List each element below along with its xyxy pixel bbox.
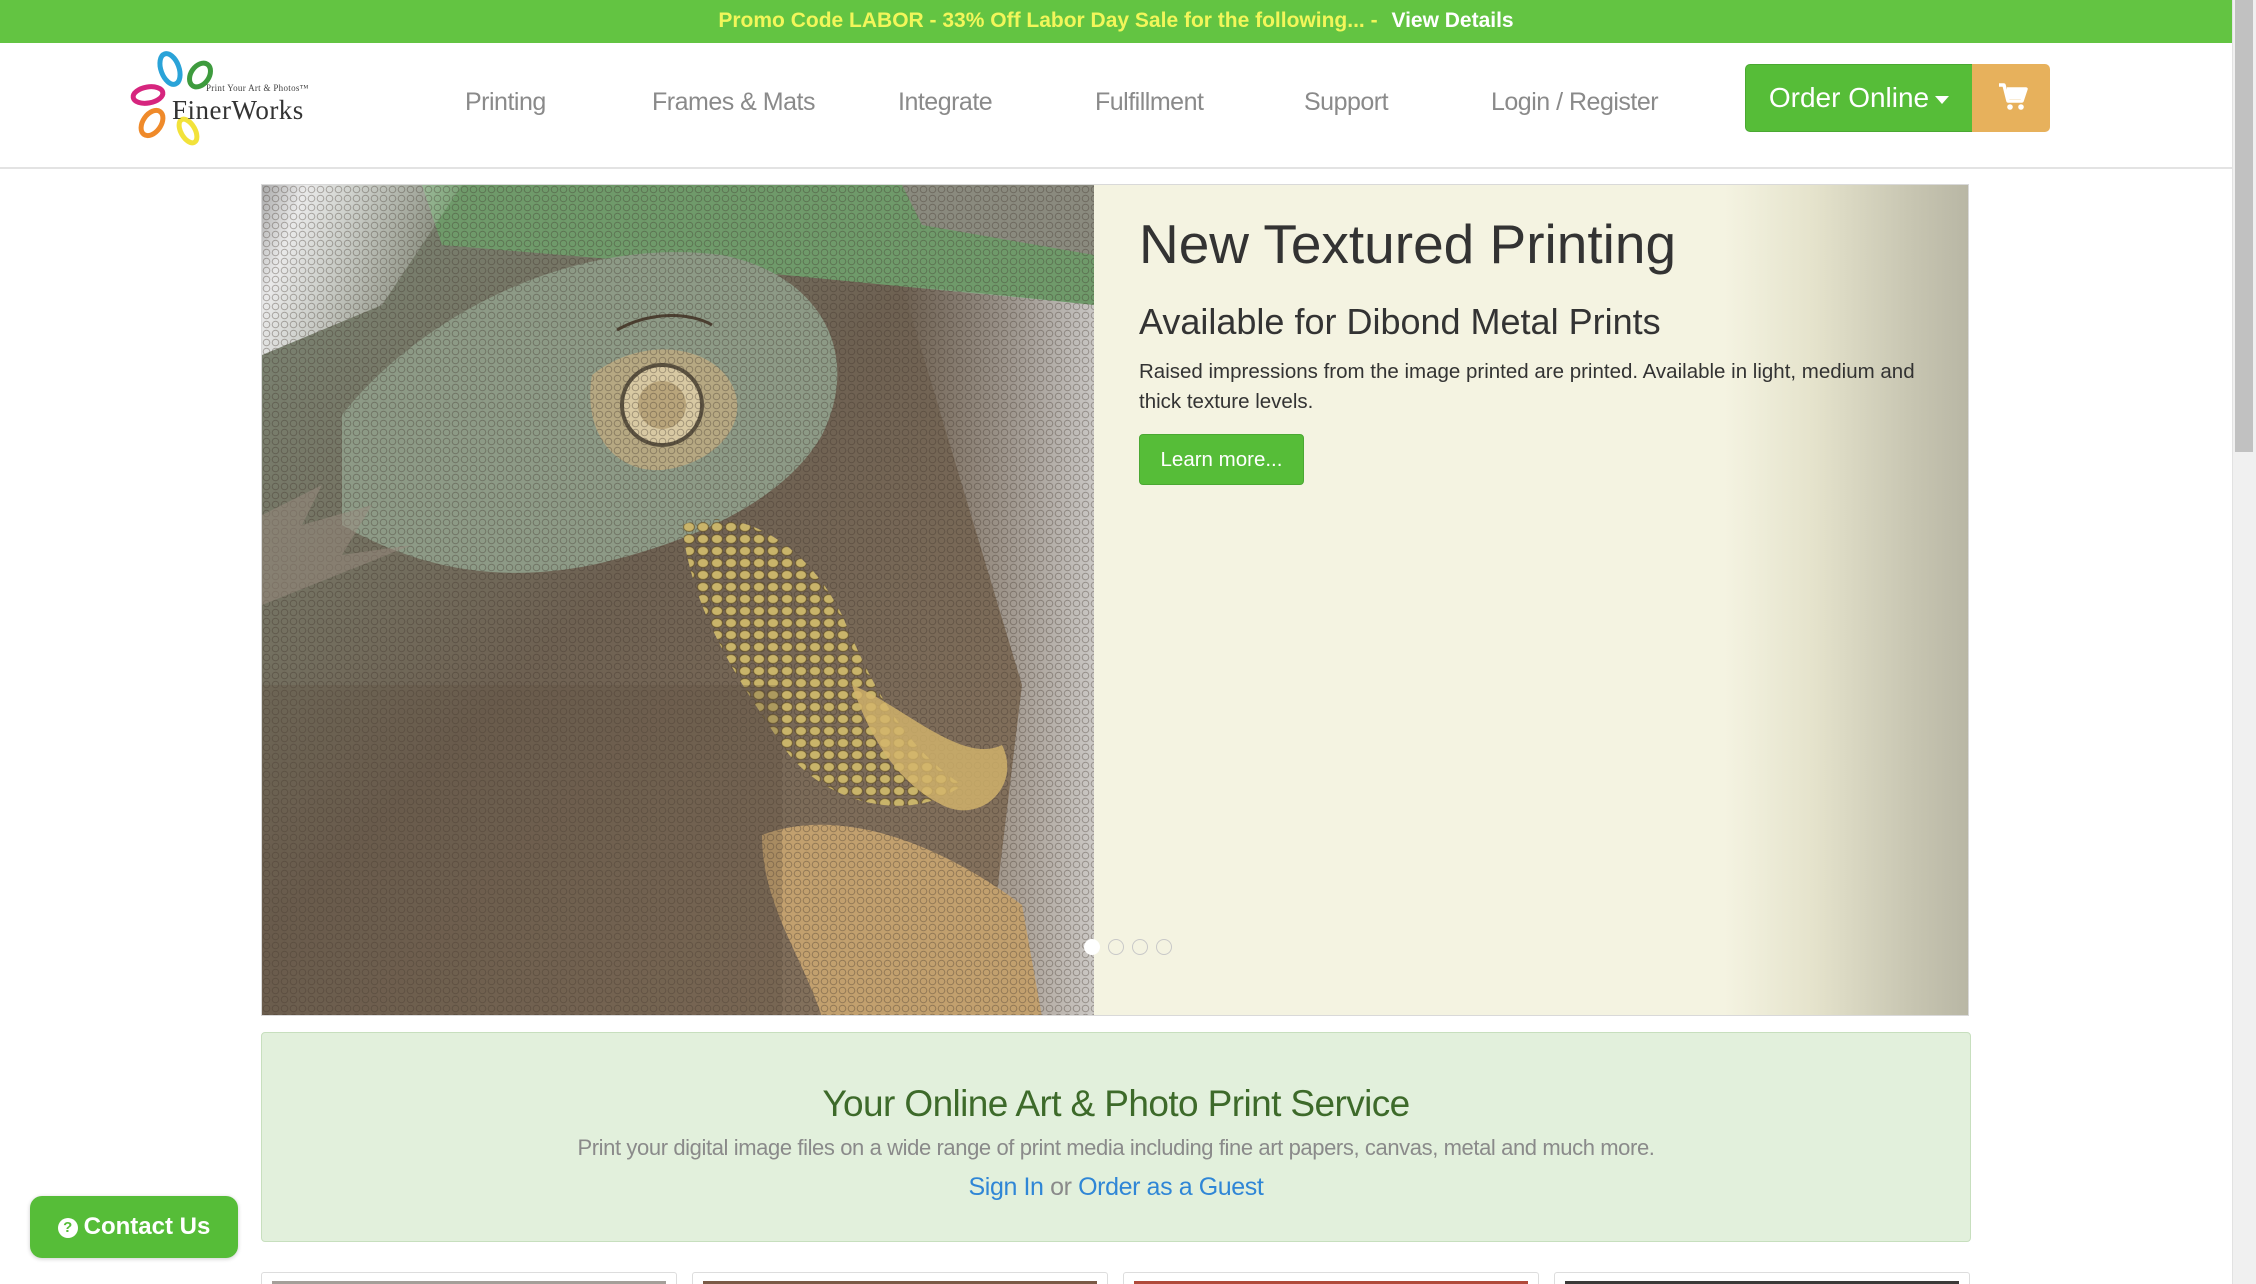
carousel-dot-2[interactable] xyxy=(1108,939,1124,955)
logo-tagline: Print Your Art & Photos™ xyxy=(206,83,309,93)
nav-fulfillment[interactable]: Fulfillment xyxy=(1095,81,1204,123)
product-card[interactable] xyxy=(1123,1272,1539,1284)
promo-bar: Promo Code LABOR - 33% Off Labor Day Sal… xyxy=(0,0,2232,43)
nav-printing[interactable]: Printing xyxy=(465,81,546,123)
iguana-textured-print-image xyxy=(262,185,1094,1015)
promo-message: Promo Code LABOR - 33% Off Labor Day Sal… xyxy=(718,9,1378,32)
nav-frames-mats[interactable]: Frames & Mats xyxy=(652,81,815,123)
site-header: Print Your Art & Photos™ FinerWorks Prin… xyxy=(0,43,2232,169)
page: Promo Code LABOR - 33% Off Labor Day Sal… xyxy=(0,0,2256,1284)
order-online-label: Order Online xyxy=(1768,82,1930,113)
order-as-guest-link[interactable]: Order as a Guest xyxy=(1078,1173,1264,1201)
nav-integrate[interactable]: Integrate xyxy=(898,81,993,123)
carousel-dot-4[interactable] xyxy=(1156,939,1172,955)
logo-name: FinerWorks xyxy=(172,95,304,125)
order-online-button[interactable]: Order Online xyxy=(1745,64,1973,132)
cart-button[interactable] xyxy=(1972,64,2050,132)
question-circle-icon: ? xyxy=(57,1218,78,1238)
intro-title: Your Online Art & Photo Print Service xyxy=(822,1083,1410,1124)
learn-more-button[interactable]: Learn more... xyxy=(1139,434,1304,485)
hero-carousel: New Textured Printing Available for Dibo… xyxy=(261,184,1969,1016)
product-card[interactable] xyxy=(1554,1272,1970,1284)
hero-title: New Textured Printing xyxy=(1139,213,1677,275)
product-card[interactable] xyxy=(692,1272,1108,1284)
finerworks-logo[interactable]: Print Your Art & Photos™ FinerWorks xyxy=(122,45,342,153)
product-card[interactable] xyxy=(261,1272,677,1284)
scrollbar-thumb[interactable] xyxy=(2235,0,2253,452)
intro-links: Sign In or Order as a Guest xyxy=(262,1173,1970,1202)
hero-subtitle: Available for Dibond Metal Prints xyxy=(1139,301,1661,342)
contact-us-label: Contact Us xyxy=(83,1213,211,1240)
contact-us-button[interactable]: ? Contact Us xyxy=(30,1196,238,1258)
hero-description: Raised impressions from the image printe… xyxy=(1139,360,1915,413)
sign-in-link[interactable]: Sign In xyxy=(969,1173,1044,1201)
carousel-dot-1[interactable] xyxy=(1084,939,1100,955)
caret-down-icon xyxy=(1935,95,1950,104)
view-details-link[interactable]: View Details xyxy=(1391,9,1513,32)
carousel-dot-3[interactable] xyxy=(1132,939,1148,955)
or-text: or xyxy=(1050,1173,1072,1201)
intro-panel: Your Online Art & Photo Print Service Pr… xyxy=(261,1032,1971,1242)
shopping-cart-icon xyxy=(1999,83,2028,110)
nav-support[interactable]: Support xyxy=(1304,81,1389,123)
nav-login-register[interactable]: Login / Register xyxy=(1491,81,1659,123)
intro-description: Print your digital image files on a wide… xyxy=(577,1135,1655,1160)
